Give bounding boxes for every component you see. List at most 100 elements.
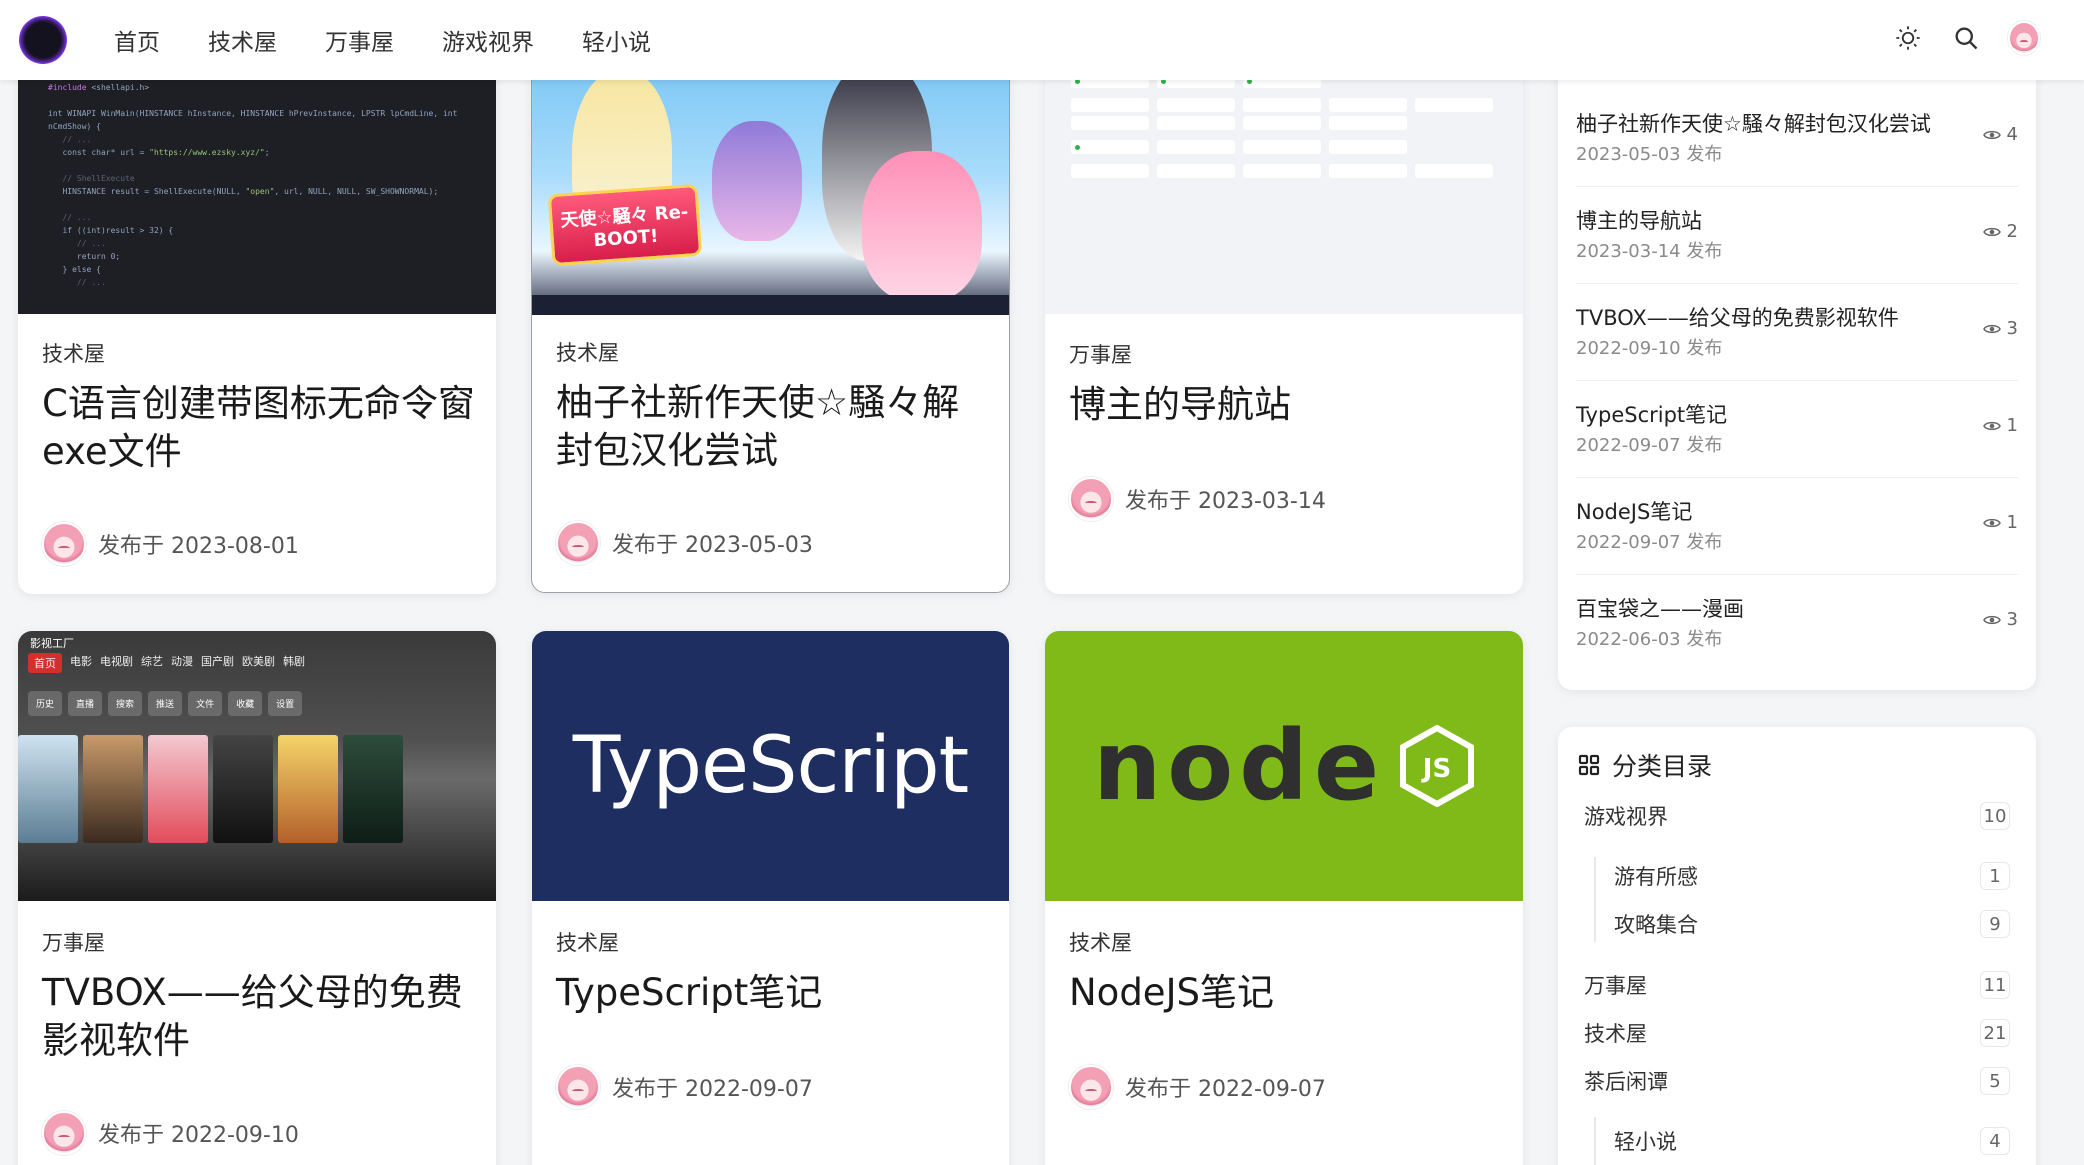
hot-post-item[interactable]: 博主的导航站 2023-03-14 发布 2 bbox=[1576, 187, 2018, 284]
category-name[interactable]: 茶后闲谭 bbox=[1584, 1066, 1668, 1096]
hot-post-date: 2022-09-07 发布 bbox=[1576, 435, 1723, 456]
hot-post-date: 2022-06-03 发布 bbox=[1576, 629, 1723, 650]
post-title[interactable]: 柚子社新作天使☆騒々解封包汉化尝试 bbox=[556, 379, 989, 475]
post-title[interactable]: TypeScript笔记 bbox=[556, 969, 989, 1017]
hot-post-title[interactable]: NodeJS笔记 bbox=[1576, 496, 1692, 526]
user-avatar-button[interactable] bbox=[2008, 21, 2040, 55]
post-meta: 发布于 2023-08-01 bbox=[42, 522, 299, 566]
post-thumbnail: 天使☆騒々 Re-BOOT! bbox=[532, 61, 1009, 315]
category-item[interactable]: 游戏视界 10 bbox=[1584, 796, 2010, 836]
eye-icon bbox=[1982, 324, 2001, 333]
site-logo[interactable] bbox=[19, 16, 67, 64]
category-panel: 分类目录 游戏视界 10 游有所感 1 攻略集合 9 万事屋 11 技术屋 21… bbox=[1558, 727, 2036, 1165]
category-item[interactable]: 游有所感 1 bbox=[1614, 856, 2010, 896]
nav-games[interactable]: 游戏视界 bbox=[442, 23, 534, 57]
category-count: 4 bbox=[1980, 1127, 2010, 1155]
hot-post-title[interactable]: TypeScript笔记 bbox=[1576, 399, 1727, 429]
hot-post-item[interactable]: 百宝袋之——漫画 2022-06-03 发布 3 bbox=[1576, 575, 2018, 672]
category-name[interactable]: 万事屋 bbox=[1584, 970, 1647, 1000]
sun-icon[interactable] bbox=[1892, 22, 1924, 54]
tv-button: 历史 bbox=[28, 691, 63, 716]
hot-post-item[interactable]: NodeJS笔记 2022-09-07 发布 1 bbox=[1576, 478, 2018, 575]
post-thumbnail: TypeScript bbox=[532, 631, 1009, 901]
hot-post-item[interactable]: TypeScript笔记 2022-09-07 发布 1 bbox=[1576, 381, 2018, 478]
post-category[interactable]: 技术屋 bbox=[556, 337, 619, 367]
view-number: 1 bbox=[2006, 512, 2018, 533]
post-card[interactable]: node JS 技术屋 NodeJS笔记 发布于 2022-09-07 bbox=[1045, 631, 1523, 1165]
nav-novel[interactable]: 轻小说 bbox=[582, 23, 651, 57]
post-title[interactable]: 博主的导航站 bbox=[1069, 381, 1503, 429]
post-card[interactable]: 天使☆騒々 Re-BOOT! 技术屋 柚子社新作天使☆騒々解封包汉化尝试 发布于… bbox=[531, 60, 1010, 593]
view-number: 4 bbox=[2006, 124, 2018, 145]
view-number: 2 bbox=[2006, 221, 2018, 242]
post-meta: 发布于 2022-09-07 bbox=[556, 1065, 813, 1109]
eye-icon bbox=[1982, 615, 2001, 624]
tv-tab: 动漫 bbox=[171, 655, 193, 668]
post-title[interactable]: NodeJS笔记 bbox=[1069, 969, 1503, 1017]
category-name[interactable]: 攻略集合 bbox=[1614, 909, 1698, 939]
post-date: 发布于 2023-05-03 bbox=[612, 533, 813, 558]
post-title[interactable]: C语言创建带图标无命令窗exe文件 bbox=[42, 380, 476, 476]
post-title[interactable]: TVBOX——给父母的免费影视软件 bbox=[42, 969, 476, 1065]
view-number: 1 bbox=[2006, 415, 2018, 436]
post-category[interactable]: 技术屋 bbox=[1069, 927, 1132, 957]
anime-logo: 天使☆騒々 Re-BOOT! bbox=[547, 183, 703, 267]
tv-button: 收藏 bbox=[228, 691, 263, 716]
tv-tab: 国产剧 bbox=[201, 655, 234, 668]
category-name[interactable]: 技术屋 bbox=[1584, 1018, 1647, 1048]
post-thumbnail: node JS bbox=[1045, 631, 1523, 901]
node-wordmark: node bbox=[1092, 710, 1386, 822]
post-category[interactable]: 万事屋 bbox=[1069, 339, 1132, 369]
hot-post-title[interactable]: 博主的导航站 bbox=[1576, 205, 1702, 235]
tv-button: 搜索 bbox=[108, 691, 143, 716]
post-meta: 发布于 2023-05-03 bbox=[556, 521, 813, 565]
category-item[interactable]: 攻略集合 9 bbox=[1614, 904, 2010, 944]
post-card[interactable]: 万事屋 博主的导航站 发布于 2023-03-14 bbox=[1045, 60, 1523, 594]
post-thumbnail: 影视工厂 首页 电影 电视剧 综艺 动漫 国产剧 欧美剧 韩剧 历史 直播 搜索… bbox=[18, 631, 496, 901]
grid-icon bbox=[1578, 754, 1600, 776]
hot-post-title[interactable]: TVBOX——给父母的免费影视软件 bbox=[1576, 302, 1899, 332]
post-meta: 发布于 2022-09-10 bbox=[42, 1111, 299, 1155]
nav-tech[interactable]: 技术屋 bbox=[208, 23, 277, 57]
nav-misc[interactable]: 万事屋 bbox=[325, 23, 394, 57]
js-hexagon-icon: JS bbox=[1400, 725, 1475, 807]
tv-tab: 韩剧 bbox=[283, 655, 305, 668]
nav-home[interactable]: 首页 bbox=[114, 23, 160, 57]
category-item[interactable]: 轻小说 4 bbox=[1614, 1121, 2010, 1161]
main-nav: 首页 技术屋 万事屋 游戏视界 轻小说 bbox=[114, 0, 651, 80]
search-icon[interactable] bbox=[1950, 22, 1982, 54]
hot-post-title[interactable]: 柚子社新作天使☆騒々解封包汉化尝试 bbox=[1576, 108, 1931, 138]
hot-post-date: 2022-09-07 发布 bbox=[1576, 532, 1723, 553]
post-card[interactable]: 影视工厂 首页 电影 电视剧 综艺 动漫 国产剧 欧美剧 韩剧 历史 直播 搜索… bbox=[18, 631, 496, 1165]
subcategory-divider bbox=[1594, 857, 1596, 942]
category-name[interactable]: 游有所感 bbox=[1614, 861, 1698, 891]
category-name[interactable]: 轻小说 bbox=[1614, 1126, 1677, 1156]
eye-icon bbox=[1982, 421, 2001, 430]
category-item[interactable]: 万事屋 11 bbox=[1584, 965, 2010, 1005]
svg-text:JS: JS bbox=[1421, 754, 1451, 784]
post-category[interactable]: 技术屋 bbox=[556, 927, 619, 957]
post-card[interactable]: #include <windows.h> #include <shellapi.… bbox=[18, 60, 496, 594]
hot-post-item[interactable]: TVBOX——给父母的免费影视软件 2022-09-10 发布 3 bbox=[1576, 284, 2018, 381]
header-tools bbox=[1892, 21, 2040, 55]
post-meta: 发布于 2023-03-14 bbox=[1069, 477, 1326, 521]
category-name[interactable]: 游戏视界 bbox=[1584, 801, 1668, 831]
post-meta: 发布于 2022-09-07 bbox=[1069, 1065, 1326, 1109]
post-category[interactable]: 万事屋 bbox=[42, 927, 105, 957]
category-count: 10 bbox=[1980, 802, 2010, 830]
view-count: 3 bbox=[1982, 609, 2018, 630]
view-number: 3 bbox=[2006, 609, 2018, 630]
view-number: 3 bbox=[2006, 318, 2018, 339]
tv-app-name: 影视工厂 bbox=[30, 637, 74, 650]
author-avatar bbox=[42, 1111, 86, 1155]
hot-post-title[interactable]: 百宝袋之——漫画 bbox=[1576, 593, 1744, 623]
post-category[interactable]: 技术屋 bbox=[42, 338, 105, 368]
view-count: 1 bbox=[1982, 415, 2018, 436]
category-heading: 分类目录 bbox=[1578, 747, 1712, 783]
post-card[interactable]: TypeScript 技术屋 TypeScript笔记 发布于 2022-09-… bbox=[532, 631, 1009, 1165]
category-item[interactable]: 茶后闲谭 5 bbox=[1584, 1061, 2010, 1101]
author-avatar bbox=[42, 522, 86, 566]
eye-icon bbox=[1982, 227, 2001, 236]
hot-post-item[interactable]: 柚子社新作天使☆騒々解封包汉化尝试 2023-05-03 发布 4 bbox=[1576, 90, 2018, 187]
category-item[interactable]: 技术屋 21 bbox=[1584, 1013, 2010, 1053]
